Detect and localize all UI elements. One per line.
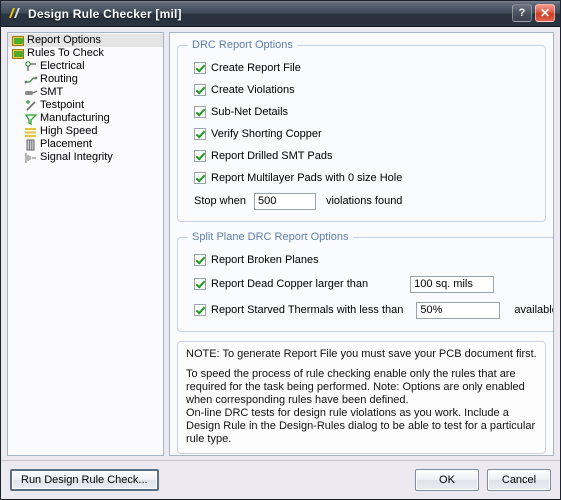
cancel-button[interactable]: Cancel [487, 469, 551, 491]
starved-thermals-threshold-input[interactable] [416, 301, 501, 319]
split-plane-options-group: Split Plane DRC Report Options Report Br… [177, 231, 554, 332]
report-multilayer-pads-row[interactable]: Report Multilayer Pads with 0 size Hole [186, 167, 537, 189]
verify-shorting-copper-row[interactable]: Verify Shorting Copper [186, 123, 537, 145]
tree-item-routing[interactable]: Routing [8, 73, 163, 86]
tree-item-testpoint[interactable]: Testpoint [8, 99, 163, 112]
note-line-1: NOTE: To generate Report File you must s… [186, 348, 537, 360]
tree-item-label: Placement [40, 138, 92, 150]
dialog-footer: Run Design Rule Check... OK Cancel [1, 460, 560, 499]
create-violations-row[interactable]: Create Violations [186, 79, 537, 101]
tree-item-electrical[interactable]: Electrical [8, 60, 163, 73]
dead-copper-threshold-input[interactable] [410, 275, 495, 293]
folder-icon [11, 35, 25, 47]
report-dead-copper-row[interactable]: Report Dead Copper larger than [186, 271, 553, 297]
stop-when-row: Stop when violations found [186, 189, 537, 213]
routing-icon [24, 74, 38, 86]
report-drilled-smt-pads-label: Report Drilled SMT Pads [211, 150, 333, 162]
tree-item-high-speed[interactable]: High Speed [8, 125, 163, 138]
navigation-tree[interactable]: Report Options Rules To Check Electrical [7, 32, 164, 456]
report-dead-copper-label: Report Dead Copper larger than [211, 278, 369, 290]
create-violations-label: Create Violations [211, 84, 295, 96]
tree-item-label: SMT [40, 86, 64, 98]
create-report-file-checkbox[interactable] [194, 62, 206, 74]
testpoint-icon [24, 99, 38, 112]
altium-logo-icon [7, 6, 23, 22]
report-broken-planes-label: Report Broken Planes [211, 254, 319, 266]
help-button[interactable]: ? [512, 4, 532, 22]
sub-net-details-checkbox[interactable] [194, 106, 206, 118]
create-report-file-row[interactable]: Create Report File [186, 57, 537, 79]
placement-icon [24, 139, 38, 151]
tree-item-label: Manufacturing [40, 112, 110, 124]
report-broken-planes-row[interactable]: Report Broken Planes [186, 249, 553, 271]
report-drilled-smt-pads-checkbox[interactable] [194, 150, 206, 162]
caption-buttons: ? ✕ [512, 4, 555, 22]
close-button[interactable]: ✕ [535, 4, 555, 22]
tree-item-report-options[interactable]: Report Options [8, 34, 163, 47]
stop-when-suffix: violations found [325, 195, 403, 207]
tree-item-signal-integrity[interactable]: Signal Integrity [8, 151, 163, 164]
tree-item-label: Report Options [27, 34, 101, 46]
create-violations-checkbox[interactable] [194, 84, 206, 96]
drc-report-options-legend: DRC Report Options [192, 39, 293, 51]
stop-when-label: Stop when [194, 195, 246, 207]
smt-icon [24, 87, 38, 99]
dialog-content: Report Options Rules To Check Electrical [1, 27, 560, 460]
stop-when-input[interactable] [253, 192, 316, 210]
report-broken-planes-checkbox[interactable] [194, 254, 206, 266]
tree-item-label: Routing [40, 73, 78, 85]
report-dead-copper-checkbox[interactable] [194, 278, 206, 290]
note-line-3: On-line DRC tests for design rule violat… [186, 407, 536, 445]
high-speed-icon [24, 126, 38, 138]
note-line-2: To speed the process of rule checking en… [186, 368, 525, 406]
tree-item-label: Signal Integrity [40, 151, 113, 163]
drc-report-options-group: DRC Report Options Create Report File Cr… [177, 39, 546, 222]
sub-net-details-row[interactable]: Sub-Net Details [186, 101, 537, 123]
split-plane-options-legend: Split Plane DRC Report Options [192, 231, 349, 243]
tree-item-placement[interactable]: Placement [8, 138, 163, 151]
report-starved-thermals-row[interactable]: Report Starved Thermals with less than a… [186, 297, 554, 323]
tree-item-label: Rules To Check [27, 47, 104, 59]
report-starved-thermals-checkbox[interactable] [194, 304, 206, 316]
window-title: Design Rule Checker [mil] [28, 6, 182, 21]
tree-item-rules-to-check[interactable]: Rules To Check [8, 47, 163, 60]
verify-shorting-copper-label: Verify Shorting Copper [211, 128, 322, 140]
tree-item-label: Testpoint [40, 99, 85, 111]
tree-item-label: Electrical [40, 60, 85, 72]
report-starved-thermals-label: Report Starved Thermals with less than [211, 304, 404, 316]
report-drilled-smt-pads-row[interactable]: Report Drilled SMT Pads [186, 145, 537, 167]
ok-button[interactable]: OK [415, 469, 479, 491]
sub-net-details-label: Sub-Net Details [211, 106, 289, 118]
starved-thermals-suffix: available copper [514, 304, 554, 316]
options-pane: DRC Report Options Create Report File Cr… [169, 32, 554, 456]
electrical-icon [24, 60, 38, 73]
tree-item-smt[interactable]: SMT [8, 86, 163, 99]
report-multilayer-pads-checkbox[interactable] [194, 172, 206, 184]
tree-item-manufacturing[interactable]: Manufacturing [8, 112, 163, 125]
design-rule-checker-dialog: Design Rule Checker [mil] ? ✕ Report Opt… [0, 0, 561, 500]
signal-integrity-icon [24, 152, 38, 164]
create-report-file-label: Create Report File [211, 62, 301, 74]
folder-icon [11, 48, 25, 60]
note-panel: NOTE: To generate Report File you must s… [177, 341, 546, 454]
title-bar: Design Rule Checker [mil] ? ✕ [1, 1, 560, 27]
report-multilayer-pads-label: Report Multilayer Pads with 0 size Hole [211, 172, 403, 184]
verify-shorting-copper-checkbox[interactable] [194, 128, 206, 140]
tree-item-label: High Speed [40, 125, 98, 137]
manufacturing-icon [24, 113, 38, 125]
run-design-rule-check-button[interactable]: Run Design Rule Check... [10, 469, 159, 491]
